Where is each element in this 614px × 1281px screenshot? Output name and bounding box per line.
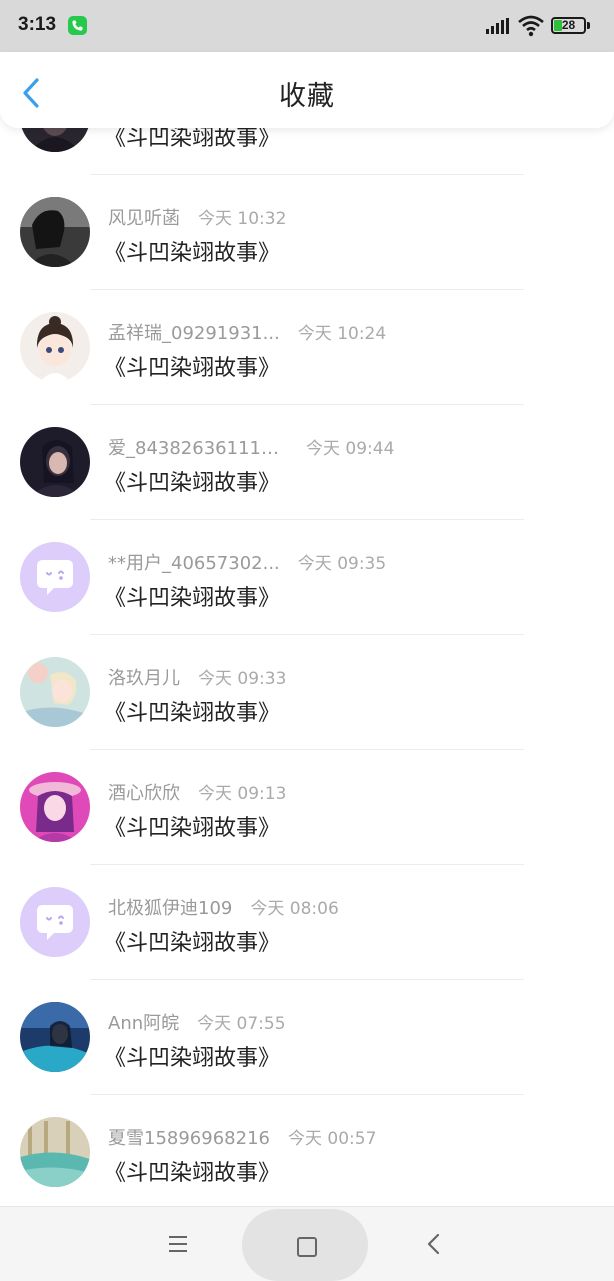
user-name: 夏雪15896968216 bbox=[108, 1128, 270, 1149]
avatar bbox=[20, 312, 90, 382]
avatar bbox=[20, 657, 90, 727]
book-title: 《斗凹染翊故事》 bbox=[104, 356, 281, 381]
item-meta: **用户_40657302... 今天 09:35 bbox=[108, 549, 386, 575]
chat-bubble-icon bbox=[20, 887, 90, 957]
avatar bbox=[20, 772, 90, 842]
chat-bubble-icon bbox=[20, 542, 90, 612]
book-title: 《斗凹染翊故事》 bbox=[104, 701, 281, 726]
list-item[interactable]: 风见听菡 今天 10:32 《斗凹染翊故事》 bbox=[0, 175, 614, 290]
item-meta: Ann阿皖 今天 07:55 bbox=[108, 1009, 286, 1035]
favorites-list: 《斗凹染翊故事》 风见听菡 今天 10:32 《斗凹染翊故事》 孟祥瑞_09291… bbox=[0, 60, 614, 1210]
battery-cap bbox=[587, 22, 590, 29]
user-name: 酒心欣欣 bbox=[108, 783, 180, 804]
timestamp: 今天 09:33 bbox=[198, 669, 287, 689]
default-avatar bbox=[20, 887, 90, 957]
battery-icon: 28 bbox=[551, 17, 586, 34]
user-name: 爱_843826361118... bbox=[108, 438, 288, 459]
default-avatar bbox=[20, 542, 90, 612]
item-meta: 洛玖月儿 今天 09:33 bbox=[108, 664, 286, 690]
book-title: 《斗凹染翊故事》 bbox=[104, 586, 281, 611]
list-item[interactable]: 夏雪15896968216 今天 00:57 《斗凹染翊故事》 bbox=[0, 1095, 614, 1210]
item-meta: 孟祥瑞_09291931... 今天 10:24 bbox=[108, 319, 386, 345]
timestamp: 今天 10:32 bbox=[198, 209, 287, 229]
avatar bbox=[20, 197, 90, 267]
timestamp: 今天 09:35 bbox=[297, 554, 387, 574]
book-title: 《斗凹染翊故事》 bbox=[104, 1046, 281, 1071]
book-title: 《斗凹染翊故事》 bbox=[104, 241, 281, 266]
list-item[interactable]: 酒心欣欣 今天 09:13 《斗凹染翊故事》 bbox=[0, 750, 614, 865]
book-title: 《斗凹染翊故事》 bbox=[104, 931, 281, 956]
wifi-icon bbox=[518, 15, 544, 37]
avatar bbox=[20, 427, 90, 497]
item-meta: 爱_843826361118... 今天 09:44 bbox=[108, 434, 394, 460]
menu-icon[interactable] bbox=[168, 1235, 188, 1253]
home-button[interactable] bbox=[242, 1209, 368, 1281]
timestamp: 今天 09:44 bbox=[306, 439, 395, 459]
item-meta: 夏雪15896968216 今天 00:57 bbox=[108, 1124, 376, 1150]
nav-back-icon[interactable] bbox=[426, 1233, 442, 1255]
status-time: 3:13 bbox=[18, 14, 57, 35]
list-item[interactable]: 洛玖月儿 今天 09:33 《斗凹染翊故事》 bbox=[0, 635, 614, 750]
avatar bbox=[20, 1002, 90, 1072]
list-item[interactable]: Ann阿皖 今天 07:55 《斗凹染翊故事》 bbox=[0, 980, 614, 1095]
item-meta: 酒心欣欣 今天 09:13 bbox=[108, 779, 286, 805]
list-item[interactable]: 孟祥瑞_09291931... 今天 10:24 《斗凹染翊故事》 bbox=[0, 290, 614, 405]
navigation-bar bbox=[0, 1206, 614, 1281]
user-name: **用户_40657302... bbox=[108, 553, 280, 574]
user-name: Ann阿皖 bbox=[108, 1013, 180, 1034]
page-title: 收藏 bbox=[279, 81, 335, 112]
timestamp: 今天 10:24 bbox=[297, 324, 387, 344]
header-bar: 收藏 bbox=[0, 52, 614, 128]
timestamp: 今天 08:06 bbox=[250, 899, 339, 919]
home-square-icon bbox=[297, 1237, 317, 1257]
item-meta: 北极狐伊迪109 今天 08:06 bbox=[108, 894, 339, 920]
list-item[interactable]: **用户_40657302... 今天 09:35 《斗凹染翊故事》 bbox=[0, 520, 614, 635]
user-name: 北极狐伊迪109 bbox=[108, 898, 233, 919]
user-name: 风见听菡 bbox=[108, 208, 180, 229]
timestamp: 今天 00:57 bbox=[287, 1129, 377, 1149]
book-title: 《斗凹染翊故事》 bbox=[104, 471, 281, 496]
battery-level: 28 bbox=[561, 18, 576, 32]
user-name: 洛玖月儿 bbox=[108, 668, 180, 689]
user-name: 孟祥瑞_09291931... bbox=[108, 323, 280, 344]
signal-icon bbox=[486, 18, 509, 34]
timestamp: 今天 09:13 bbox=[198, 784, 287, 804]
list-item[interactable]: 北极狐伊迪109 今天 08:06 《斗凹染翊故事》 bbox=[0, 865, 614, 980]
phone-call-icon bbox=[68, 16, 87, 35]
timestamp: 今天 07:55 bbox=[197, 1014, 286, 1034]
item-meta: 风见听菡 今天 10:32 bbox=[108, 204, 286, 230]
book-title: 《斗凹染翊故事》 bbox=[104, 816, 281, 841]
list-item[interactable]: 爱_843826361118... 今天 09:44 《斗凹染翊故事》 bbox=[0, 405, 614, 520]
avatar bbox=[20, 1117, 90, 1187]
book-title: 《斗凹染翊故事》 bbox=[104, 1161, 281, 1186]
status-bar: 3:13 28 bbox=[0, 0, 614, 52]
